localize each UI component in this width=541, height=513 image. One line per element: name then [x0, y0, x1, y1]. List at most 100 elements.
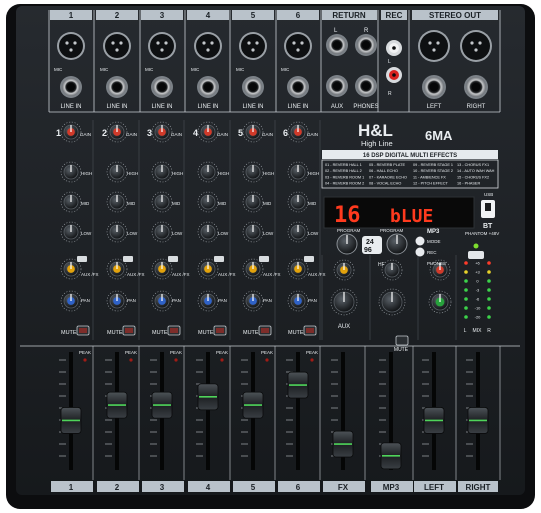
aux-fx-label-6: AUX /FX [308, 272, 326, 277]
peak-label: PEAK [261, 350, 273, 355]
effect-item: 16 - PHASER [457, 182, 480, 186]
phones-jack[interactable] [355, 75, 377, 97]
meter-led-right [487, 306, 491, 310]
mute-label-3: MUTE [152, 330, 168, 336]
program-knob-left[interactable] [336, 233, 358, 255]
fader-cap-8[interactable] [380, 442, 402, 470]
aux-master-label: AUX [338, 324, 350, 330]
high-label-1: HIGH [81, 171, 92, 176]
strip-number-2: 2 [102, 128, 107, 138]
aux-send-jack[interactable] [326, 75, 348, 97]
low-label-1: LOW [81, 231, 92, 236]
fx-switch-3[interactable] [168, 256, 178, 262]
top-label-channel-5: 5 [251, 11, 256, 20]
high-label-3: HIGH [172, 171, 183, 176]
line-input-jack-4[interactable] [197, 76, 219, 98]
bottom-label-fx: FX [338, 483, 349, 492]
xlr-input-6[interactable] [284, 32, 312, 60]
rec-r-label: R [388, 91, 392, 97]
mid-label-4: MID [218, 201, 227, 206]
fx-switch-5[interactable] [259, 256, 269, 262]
high-label-6: HIGH [308, 171, 319, 176]
xlr-input-4[interactable] [194, 32, 222, 60]
line-input-jack-6[interactable] [287, 76, 309, 98]
line-input-jack-5[interactable] [242, 76, 264, 98]
effect-item: 08 - VOCAL ECHO [369, 182, 401, 186]
rec-rca-left[interactable] [386, 40, 402, 56]
fader-cap-10[interactable] [467, 407, 489, 434]
effect-item: 10 - REVERB STAGE 2 [413, 169, 453, 173]
mixer-panel: 1 2 3 4 5 6 RETURN REC STEREO OUT MIC LINE IN MIC L… [0, 0, 541, 513]
peak-label: PEAK [216, 350, 228, 355]
mp3-mute-button[interactable] [395, 335, 409, 346]
main-out-xlr-left[interactable] [418, 30, 450, 62]
mute-label-6: MUTE [288, 330, 304, 336]
fader-cap-6[interactable] [287, 371, 309, 399]
line-in-label-3: LINE IN [151, 104, 172, 110]
fx-switch-4[interactable] [214, 256, 224, 262]
mp3-mode-button[interactable] [415, 236, 425, 246]
effect-item: 09 - REVERB STAGE 1 [413, 163, 453, 167]
brand-logo-text: H&L [358, 121, 393, 140]
bottom-label-mp3: MP3 [383, 483, 400, 492]
fader-cap-4[interactable] [197, 383, 219, 411]
fader-track [206, 352, 210, 470]
pan-label-4: PAN [218, 298, 227, 303]
usb-label: USB [484, 192, 493, 197]
meter-led-left [464, 297, 468, 301]
mic-label-4: MIC [191, 67, 200, 72]
program-knob-right[interactable] [386, 233, 408, 255]
effect-item: 06 - HALL ECHO [369, 169, 398, 173]
bottom-label-5: 5 [251, 483, 256, 492]
meter-scale-label: -10 [475, 306, 482, 311]
peak-led [174, 358, 178, 362]
xlr-input-5[interactable] [239, 32, 267, 60]
mixer-svg: 1 2 3 4 5 6 RETURN REC STEREO OUT MIC LINE IN MIC L… [6, 4, 535, 509]
fader-cap-1[interactable] [60, 407, 82, 434]
return-jack-right[interactable] [355, 34, 377, 56]
line-in-label-2: LINE IN [106, 104, 127, 110]
line-input-jack-1[interactable] [60, 76, 82, 98]
return-jack-left[interactable] [326, 34, 348, 56]
gain-label-2: GAIN [126, 132, 137, 137]
meter-led-left [464, 306, 468, 310]
xlr-input-3[interactable] [148, 32, 176, 60]
high-label-5: HIGH [263, 171, 274, 176]
main-out-xlr-right[interactable] [460, 30, 492, 62]
main-out-jack-right[interactable] [464, 75, 488, 99]
out-left-label: LEFT [427, 104, 442, 110]
fx-switch-2[interactable] [123, 256, 133, 262]
xlr-input-1[interactable] [57, 32, 85, 60]
effect-item: 04 - REVERB ROOM 2 [325, 182, 364, 186]
bottom-label-right: RIGHT [466, 483, 491, 492]
fader-cap-5[interactable] [242, 391, 264, 419]
mp3-rec-label: REC [427, 250, 437, 255]
fader-cap-9[interactable] [423, 407, 445, 434]
effect-item: 15 - CHORUS FX2 [457, 175, 489, 179]
fx-switch-1[interactable] [77, 256, 87, 262]
effect-item: 03 - REVERB ROOM 1 [325, 175, 364, 179]
mute-indicator-4 [216, 328, 224, 333]
model-name: 6MA [425, 128, 453, 143]
mp3-mute-label: MUTE [394, 347, 409, 353]
gain-label-1: GAIN [80, 132, 91, 137]
line-input-jack-3[interactable] [151, 76, 173, 98]
fader-cap-2[interactable] [106, 391, 128, 419]
bottom-label-left: LEFT [424, 483, 444, 492]
fader-cap-7[interactable] [332, 430, 354, 458]
meter-footer-label: L [464, 328, 467, 334]
phantom-switch[interactable] [468, 251, 484, 259]
display-mode: bLUE [390, 206, 433, 227]
low-label-3: LOW [172, 231, 183, 236]
fader-cap-3[interactable] [151, 391, 173, 419]
main-out-jack-left[interactable] [422, 75, 446, 99]
fx-switch-6[interactable] [304, 256, 314, 262]
bottom-label-6: 6 [296, 483, 301, 492]
mic-label-1: MIC [54, 67, 63, 72]
gain-label-5: GAIN [262, 132, 273, 137]
rec-rca-right[interactable] [386, 67, 402, 83]
line-input-jack-2[interactable] [106, 76, 128, 98]
bottom-label-2: 2 [115, 483, 120, 492]
xlr-input-2[interactable] [103, 32, 131, 60]
mp3-rec-button[interactable] [415, 247, 425, 257]
